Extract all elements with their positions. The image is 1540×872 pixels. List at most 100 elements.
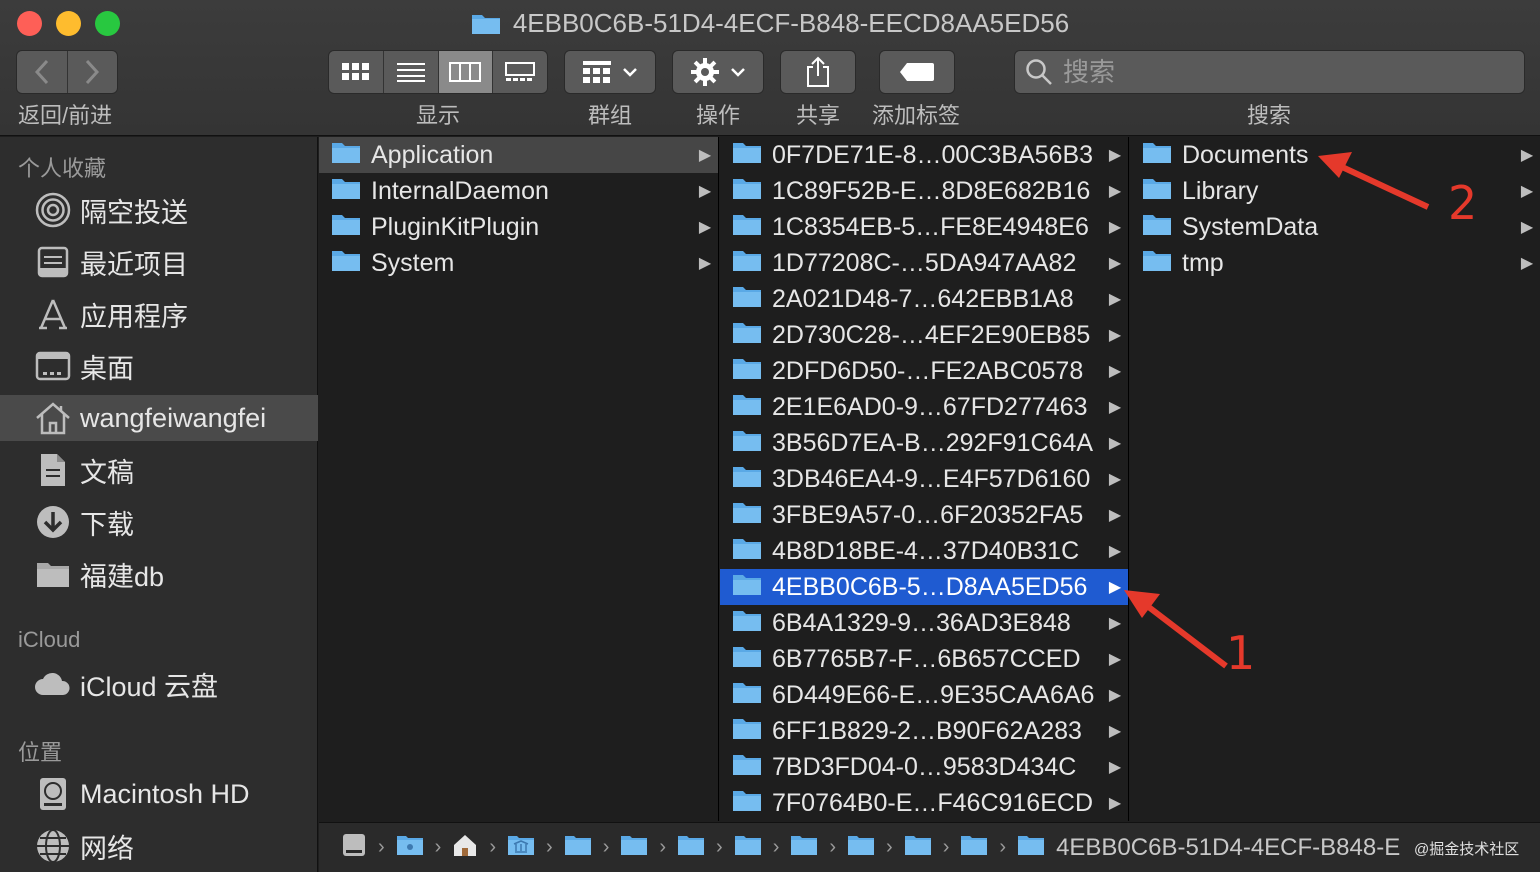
folder-icon[interactable] (564, 834, 592, 862)
folder-icon (331, 140, 361, 171)
browser-column-2[interactable]: 0F7DE71E-8…00C3BA56B3 ▶ 1C89F52B-E…8D8E682… (720, 137, 1129, 821)
folder-icon (732, 392, 762, 423)
folder-name: 4B8D18BE-4…37D40B31C (772, 536, 1080, 565)
sidebar: 个人收藏 隔空投送 最近项目 应用程序 桌面 wangfeiwangfei 文稿 (0, 137, 318, 872)
sidebar-item-network[interactable]: 网络 (0, 823, 318, 869)
folder-row[interactable]: 7BD3FD04-0…9583D434C ▶ (720, 749, 1128, 785)
folder-row[interactable]: Library ▶ (1130, 173, 1540, 209)
sidebar-item-recents[interactable]: 最近项目 (0, 239, 318, 285)
home-icon (34, 399, 72, 437)
column-view-button[interactable] (437, 51, 493, 93)
list-view-button[interactable] (382, 51, 438, 93)
folder-row[interactable]: 7F0764B0-E…F46C916ECD ▶ (720, 785, 1128, 821)
toolbar: 4EBB0C6B-51D4-4ECF-B848-EECD8AA5ED56 返回/… (0, 0, 1540, 136)
disclosure-triangle-icon: ▶ (1108, 327, 1122, 344)
folder-name: 1C8354EB-5…FE8E4948E6 (772, 212, 1089, 241)
folder-row[interactable]: 3FBE9A57-0…6F20352FA5 ▶ (720, 497, 1128, 533)
folder-row[interactable]: Application ▶ (319, 137, 718, 173)
folder-row[interactable]: 6FF1B829-2…B90F62A283 ▶ (720, 713, 1128, 749)
folder-row[interactable]: System ▶ (319, 245, 718, 281)
back-button[interactable] (17, 51, 67, 93)
folder-name: 6D449E66-E…9E35CAA6A6 (772, 680, 1095, 709)
folder-row[interactable]: Documents ▶ (1130, 137, 1540, 173)
folder-row[interactable]: 2A021D48-7…642EBB1A8 ▶ (720, 281, 1128, 317)
browser-column-1[interactable]: Application ▶ InternalDaemon ▶ PluginKitPlug… (319, 137, 719, 821)
group-button[interactable] (564, 50, 656, 94)
disclosure-triangle-icon: ▶ (1108, 219, 1122, 236)
path-separator: › (716, 836, 723, 858)
path-separator: › (434, 836, 442, 858)
folder-row[interactable]: 1D77208C-…5DA947AA82 ▶ (720, 245, 1128, 281)
folder-row[interactable]: 6B4A1329-9…36AD3E848 ▶ (720, 605, 1128, 641)
folder-icon[interactable] (620, 834, 648, 862)
sidebar-item-macintosh-hd[interactable]: Macintosh HD (0, 771, 318, 817)
folder-name: System (371, 248, 455, 277)
folder-row[interactable]: 2D730C28-…4EF2E90EB85 ▶ (720, 317, 1128, 353)
folder-icon (732, 248, 762, 279)
folder-row[interactable]: 4EBB0C6B-5…D8AA5ED56 ▶ (720, 569, 1128, 605)
folder-name: InternalDaemon (371, 176, 549, 205)
sidebar-item-label: Macintosh HD (80, 778, 250, 809)
home-icon[interactable] (452, 833, 478, 863)
harddisk-icon[interactable] (341, 832, 367, 864)
add-tag-button[interactable] (879, 50, 955, 94)
folder-name: 7BD3FD04-0…9583D434C (772, 752, 1077, 781)
sidebar-item-documents[interactable]: 文稿 (0, 447, 318, 493)
folder-name: 6B4A1329-9…36AD3E848 (772, 608, 1071, 637)
sidebar-item-home[interactable]: wangfeiwangfei (0, 395, 318, 441)
folder-row[interactable]: 1C89F52B-E…8D8E682B16 ▶ (720, 173, 1128, 209)
folder-row[interactable]: tmp ▶ (1130, 245, 1540, 281)
sidebar-item-desktop[interactable]: 桌面 (0, 343, 318, 389)
icon-view-button[interactable] (329, 51, 383, 93)
folder-icon[interactable] (904, 834, 932, 862)
folder-name: 2A021D48-7…642EBB1A8 (772, 284, 1074, 313)
action-button[interactable] (672, 50, 764, 94)
folder-row[interactable]: 3DB46EA4-9…E4F57D6160 ▶ (720, 461, 1128, 497)
folder-name: Application (371, 140, 494, 169)
folder-icon[interactable] (734, 834, 762, 862)
folder-icon (732, 716, 762, 747)
search-label: 搜索 (1247, 103, 1292, 128)
folder-row[interactable]: 0F7DE71E-8…00C3BA56B3 ▶ (720, 137, 1128, 173)
path-separator: › (942, 836, 950, 858)
disclosure-triangle-icon: ▶ (1108, 723, 1122, 740)
folder-row[interactable]: InternalDaemon ▶ (319, 173, 718, 209)
sidebar-item-fujian-db[interactable]: 福建db (0, 551, 318, 597)
path-bar-current[interactable]: 4EBB0C6B-51D4-4ECF-B848-E (1056, 834, 1400, 862)
folder-row[interactable]: PluginKitPlugin ▶ (319, 209, 718, 245)
gallery-view-button[interactable] (492, 51, 547, 93)
disclosure-triangle-icon: ▶ (1108, 435, 1122, 452)
folder-icon[interactable] (790, 834, 818, 862)
disclosure-triangle-icon: ▶ (1108, 183, 1122, 200)
folder-row[interactable]: 6D449E66-E…9E35CAA6A6 ▶ (720, 677, 1128, 713)
search-field[interactable] (1014, 50, 1525, 94)
folder-row[interactable]: 2E1E6AD0-9…67FD277463 ▶ (720, 389, 1128, 425)
folder-row[interactable]: SystemData ▶ (1130, 209, 1540, 245)
user-folder-icon[interactable] (396, 834, 424, 862)
folder-icon (732, 140, 762, 171)
folder-row[interactable]: 6B7765B7-F…6B657CCED ▶ (720, 641, 1128, 677)
annotation-2: 2 (1448, 176, 1478, 230)
sidebar-item-icloud-drive[interactable]: iCloud 云盘 (0, 661, 318, 707)
disclosure-triangle-icon: ▶ (1108, 615, 1122, 632)
disclosure-triangle-icon: ▶ (1108, 759, 1122, 776)
share-button[interactable] (780, 50, 856, 94)
library-folder-icon[interactable] (507, 834, 535, 862)
disclosure-triangle-icon: ▶ (1108, 255, 1122, 272)
folder-row[interactable]: 3B56D7EA-B…292F91C64A ▶ (720, 425, 1128, 461)
folder-icon[interactable] (1017, 834, 1045, 862)
forward-button[interactable] (66, 51, 118, 93)
folder-row[interactable]: 1C8354EB-5…FE8E4948E6 ▶ (720, 209, 1128, 245)
folder-icon[interactable] (847, 834, 875, 862)
folder-row[interactable]: 2DFD6D50-…FE2ABC0578 ▶ (720, 353, 1128, 389)
sidebar-item-airdrop[interactable]: 隔空投送 (0, 187, 318, 233)
folder-name: 6FF1B829-2…B90F62A283 (772, 716, 1082, 745)
folder-row[interactable]: 4B8D18BE-4…37D40B31C ▶ (720, 533, 1128, 569)
sidebar-item-downloads[interactable]: 下载 (0, 499, 318, 545)
folder-icon[interactable] (960, 834, 988, 862)
folder-name: tmp (1182, 248, 1224, 277)
browser-column-3[interactable]: Documents ▶ Library ▶ SystemData ▶ tmp ▶ (1130, 137, 1540, 821)
sidebar-item-applications[interactable]: 应用程序 (0, 291, 318, 337)
search-input[interactable] (1063, 56, 1503, 88)
folder-icon[interactable] (677, 834, 705, 862)
